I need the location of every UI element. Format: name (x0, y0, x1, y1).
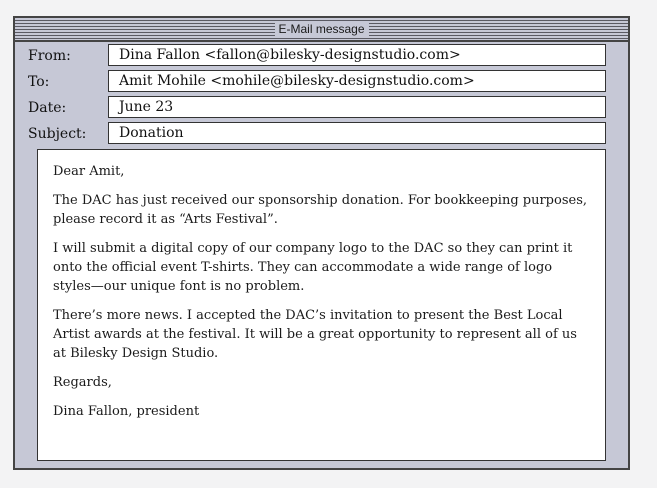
body-paragraph: The DAC has just received our sponsorshi… (53, 193, 588, 227)
date-field[interactable]: June 23 (108, 96, 606, 118)
body-paragraph: There’s more news. I accepted the DAC’s … (53, 308, 577, 361)
body-paragraph: I will submit a digital copy of our comp… (53, 241, 573, 294)
window-title: E-Mail message (274, 21, 369, 37)
to-field[interactable]: Amit Mohile <mohile@bilesky-designstudio… (108, 70, 606, 92)
subject-row: Subject: Donation (15, 122, 628, 146)
date-row: Date: June 23 (15, 96, 628, 120)
title-bar: E-Mail message (15, 18, 628, 42)
message-body[interactable]: Dear Amit, The DAC has just received our… (37, 149, 606, 461)
from-field[interactable]: Dina Fallon <fallon@bilesky-designstudio… (108, 44, 606, 66)
from-row: From: Dina Fallon <fallon@bilesky-design… (15, 44, 628, 68)
date-label: Date: (28, 100, 67, 116)
from-label: From: (28, 48, 71, 64)
email-window: E-Mail message From: Dina Fallon <fallon… (13, 16, 630, 470)
closing: Regards, (53, 375, 112, 390)
subject-field[interactable]: Donation (108, 122, 606, 144)
greeting: Dear Amit, (53, 164, 125, 179)
to-label: To: (28, 74, 50, 90)
subject-label: Subject: (28, 126, 87, 142)
to-row: To: Amit Mohile <mohile@bilesky-designst… (15, 70, 628, 94)
signature: Dina Fallon, president (53, 404, 200, 419)
